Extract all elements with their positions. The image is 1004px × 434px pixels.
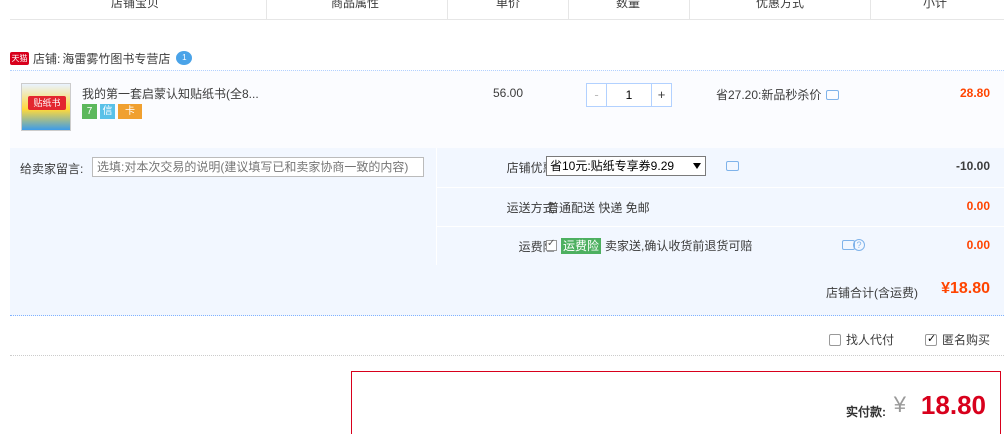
product-thumbnail[interactable]: 贴纸书 [21,83,71,131]
options-divider [10,355,1004,356]
proxy-pay-option[interactable]: 找人代付 [829,331,894,348]
unit-price: 56.00 [493,86,524,100]
shop-coupon-row: 店铺优惠: 省10元:贴纸专享券9.29 -10.00 [436,148,1004,186]
item-subtotal: 28.80 [959,86,990,100]
seven-day-return-icon[interactable]: 7 [82,104,97,119]
shop-coupon-select[interactable]: 省10元:贴纸专享券9.29 [546,156,706,176]
payment-summary-box: 实付款: ¥ 18.80 [351,371,1001,434]
col-subtotal: 小计 [922,0,947,10]
header-divider [266,0,267,20]
col-unit-price: 单价 [495,0,520,10]
order-table-header: 店铺宝贝 商品属性 单价 数量 优惠方式 小计 [0,0,1004,20]
header-divider [689,0,690,20]
shop-coupon-selected: 省10元:贴纸专享券9.29 [550,159,675,173]
comment-bubble-icon[interactable] [826,89,840,100]
service-badges: 7 信 卡 [82,104,142,119]
insurance-text: 卖家送,确认收货前退货可赔 [605,239,753,253]
seller-message-label: 给卖家留言: [20,162,84,176]
payment-currency: ¥ [893,392,906,417]
proxy-pay-label: 找人代付 [846,333,895,347]
anonymous-buy-label: 匿名购买 [942,333,991,347]
insurance-tag: 运费险 [561,237,602,254]
quantity-decrease-button[interactable]: - [587,84,607,106]
seller-message-input[interactable] [92,157,424,177]
shop-total-value: ¥18.80 [941,280,990,297]
shipping-insurance-row: 运费险: 运费险 卖家送,确认收货前退货可赔 ? 0.00 [436,226,1004,264]
header-bottom-border [10,19,1004,20]
insurance-option: 运费险 卖家送,确认收货前退货可赔 [546,237,752,254]
credit-icon[interactable]: 信 [100,104,115,119]
col-quantity: 数量 [615,0,640,10]
shop-coupon-amount: -10.00 [955,159,990,173]
shop-total-row: 店铺合计(含运费) ¥18.80 [10,265,1004,316]
col-shop-item: 店铺宝贝 [110,0,159,10]
shipping-row: 运送方式: 普通配送 快递 免邮 0.00 [436,187,1004,225]
col-discount: 优惠方式 [755,0,804,10]
shop-label: 店铺: [33,51,61,66]
comment-bubble-icon[interactable] [726,161,739,171]
order-item-row: 贴纸书 我的第一套启蒙认知贴纸书(全8... 7 信 卡 56.00 - 1 +… [10,70,1004,148]
shipping-amount: 0.00 [966,199,990,213]
shop-row: 天猫 店铺: 海雷雾竹图书专营店 1 [10,48,193,68]
shipping-method: 普通配送 快递 免邮 [547,201,650,215]
shop-name-link[interactable]: 海雷雾竹图书专营店 [62,50,170,67]
thumbnail-title: 贴纸书 [28,96,66,110]
dropdown-arrow-icon [693,163,701,169]
quantity-stepper: - 1 + [586,83,672,107]
order-options-panel: 给卖家留言: 店铺优惠: 省10元:贴纸专享券9.29 -10.00 运送方式:… [10,148,1004,316]
quantity-increase-button[interactable]: + [651,84,671,106]
wangwang-icon[interactable]: 1 [176,51,193,65]
shop-total-label: 店铺合计(含运费) [826,286,918,300]
product-title-link[interactable]: 我的第一套启蒙认知贴纸书(全8... [82,85,259,102]
card-payment-icon[interactable]: 卡 [118,104,142,119]
header-divider [447,0,448,20]
insurance-amount: 0.00 [966,238,990,252]
header-divider [870,0,871,20]
anonymous-buy-checkbox[interactable] [925,332,937,346]
quantity-input[interactable]: 1 [607,84,651,106]
col-attributes: 商品属性 [330,0,379,10]
tmall-icon: 天猫 [10,51,29,65]
promotion-info: 省27.20:新品秒杀价 [716,86,840,103]
payment-options: 找人代付 匿名购买 [0,326,1004,350]
payment-total: 18.80 [920,390,986,420]
header-divider [568,0,569,20]
anonymous-buy-option[interactable]: 匿名购买 [925,331,990,348]
promotion-text: 省27.20:新品秒杀价 [716,88,822,102]
proxy-pay-checkbox[interactable] [829,333,841,346]
insurance-checkbox[interactable] [546,238,557,251]
payment-label: 实付款: [846,405,886,419]
help-icon[interactable]: ? [853,239,865,251]
